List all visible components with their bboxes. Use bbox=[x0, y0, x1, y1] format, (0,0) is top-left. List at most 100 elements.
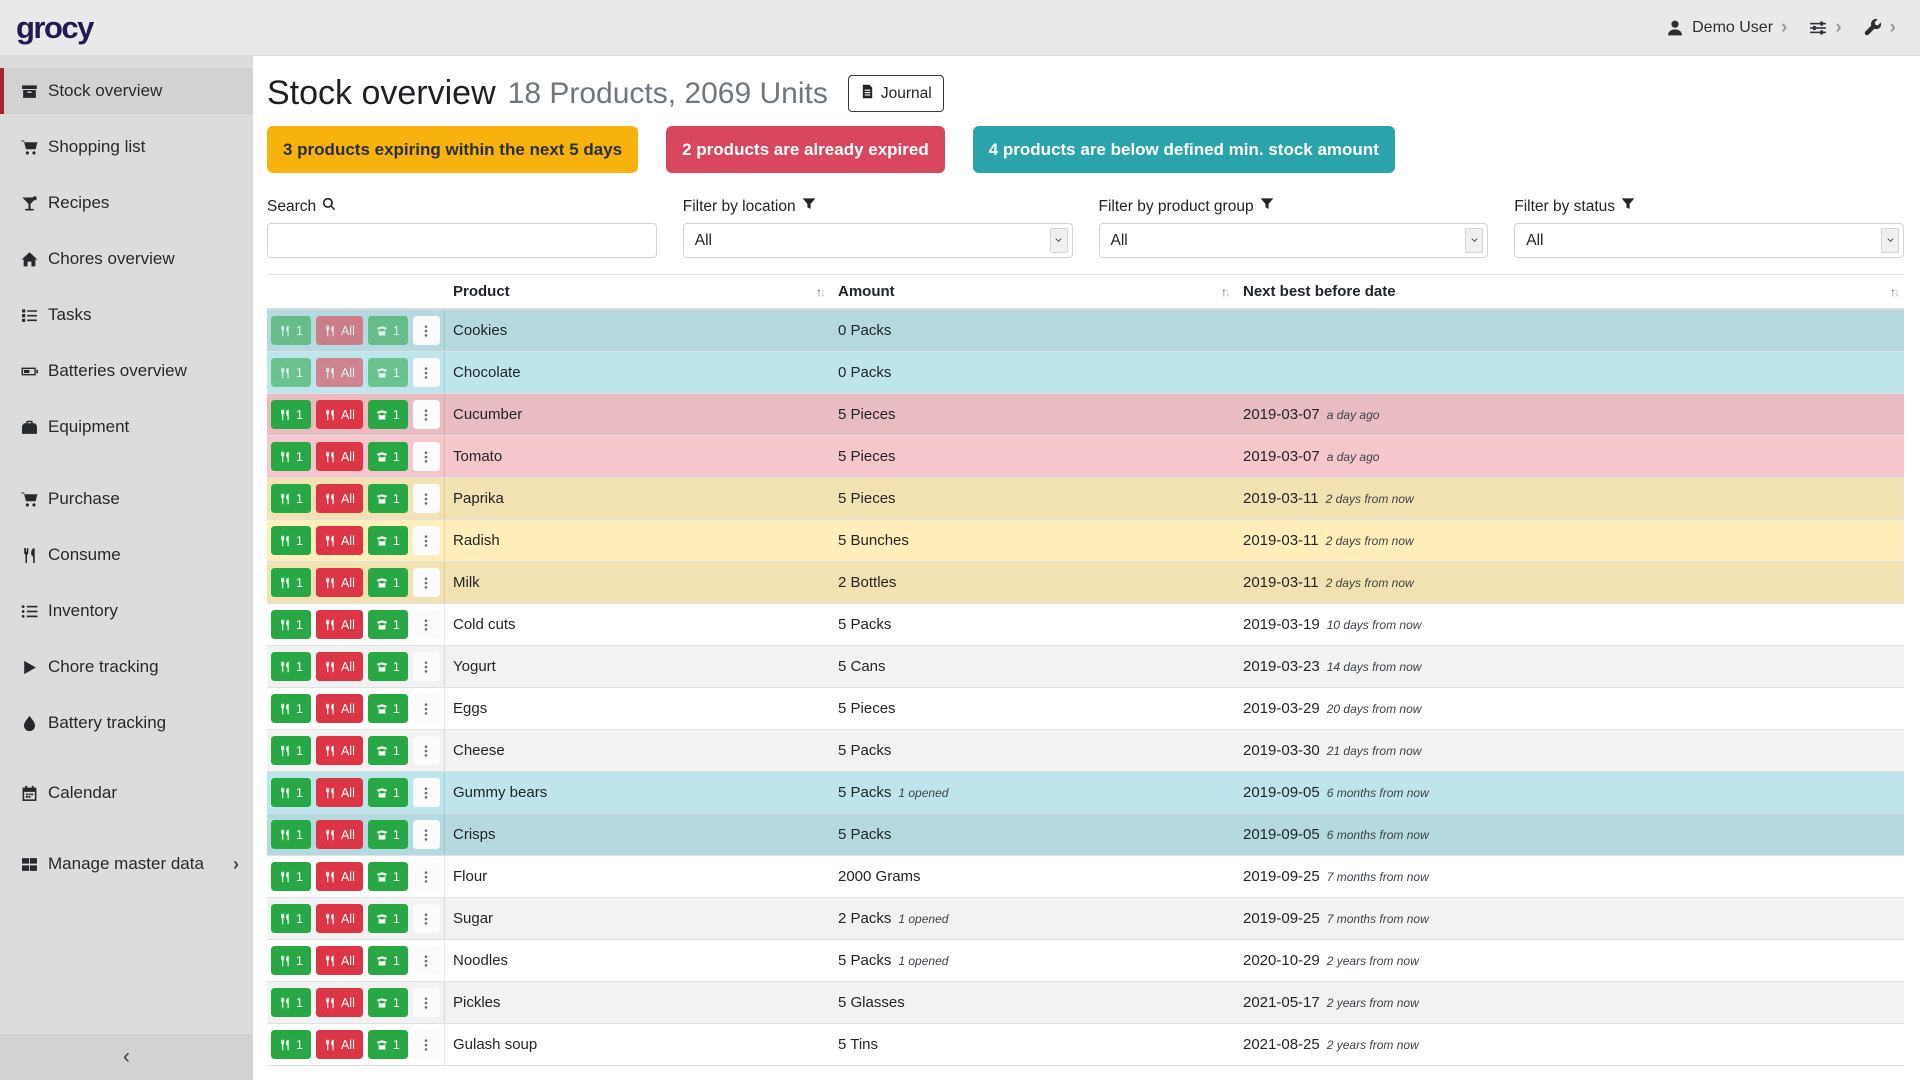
column-header-product[interactable]: Product ↑↓ bbox=[445, 283, 830, 300]
sidebar-item-consume[interactable]: Consume bbox=[0, 532, 253, 578]
consume-one-button[interactable]: 1 bbox=[271, 820, 311, 849]
sidebar-collapse-button[interactable]: ‹ bbox=[0, 1034, 253, 1080]
row-menu-button[interactable] bbox=[413, 694, 440, 723]
sidebar-item-chore-tracking[interactable]: Chore tracking bbox=[0, 644, 253, 690]
row-menu-button[interactable] bbox=[413, 988, 440, 1017]
product-group-select[interactable]: All bbox=[1099, 223, 1489, 258]
open-one-button[interactable]: 1 bbox=[368, 946, 408, 975]
sidebar-item-chores-overview[interactable]: Chores overview bbox=[0, 236, 253, 282]
consume-one-button[interactable]: 1 bbox=[271, 862, 311, 891]
consume-one-button[interactable]: 1 bbox=[271, 526, 311, 555]
open-one-button[interactable]: 1 bbox=[368, 484, 408, 513]
row-menu-button[interactable] bbox=[413, 820, 440, 849]
consume-all-button[interactable]: All bbox=[316, 862, 363, 891]
column-header-next-best-before-date[interactable]: Next best before date ↑↓ bbox=[1235, 283, 1904, 300]
row-menu-button[interactable] bbox=[413, 610, 440, 639]
app-logo[interactable]: grocy bbox=[16, 10, 93, 46]
consume-one-button[interactable]: 1 bbox=[271, 610, 311, 639]
open-one-button[interactable]: 1 bbox=[368, 526, 408, 555]
consume-all-button[interactable]: All bbox=[316, 988, 363, 1017]
sidebar-item-calendar[interactable]: Calendar bbox=[0, 770, 253, 816]
consume-all-button[interactable]: All bbox=[316, 946, 363, 975]
alert-expired[interactable]: 2 products are already expired bbox=[666, 126, 945, 173]
journal-button[interactable]: Journal bbox=[848, 75, 944, 112]
open-one-button[interactable]: 1 bbox=[368, 610, 408, 639]
sidebar-item-manage-master-data[interactable]: Manage master data› bbox=[0, 841, 253, 887]
column-header-amount[interactable]: Amount ↑↓ bbox=[830, 283, 1235, 300]
sidebar-item-battery-tracking[interactable]: Battery tracking bbox=[0, 700, 253, 746]
consume-all-button[interactable]: All bbox=[316, 736, 363, 765]
open-one-button[interactable]: 1 bbox=[368, 778, 408, 807]
row-menu-button[interactable] bbox=[413, 358, 440, 387]
consume-one-button[interactable]: 1 bbox=[271, 778, 311, 807]
sidebar-item-batteries-overview[interactable]: Batteries overview bbox=[0, 348, 253, 394]
row-menu-button[interactable] bbox=[413, 652, 440, 681]
row-menu-button[interactable] bbox=[413, 904, 440, 933]
consume-all-button[interactable]: All bbox=[316, 778, 363, 807]
row-menu-button[interactable] bbox=[413, 862, 440, 891]
consume-one-button[interactable]: 1 bbox=[271, 442, 311, 471]
row-menu-button[interactable] bbox=[413, 316, 440, 345]
open-one-button[interactable]: 1 bbox=[368, 568, 408, 597]
row-menu-button[interactable] bbox=[413, 736, 440, 765]
sidebar-item-equipment[interactable]: Equipment bbox=[0, 404, 253, 450]
search-input[interactable] bbox=[267, 223, 657, 258]
open-one-button[interactable]: 1 bbox=[368, 316, 408, 345]
sidebar-item-shopping-list[interactable]: Shopping list bbox=[0, 124, 253, 170]
consume-one-button[interactable]: 1 bbox=[271, 652, 311, 681]
location-select[interactable]: All bbox=[683, 223, 1073, 258]
consume-all-button[interactable]: All bbox=[316, 484, 363, 513]
consume-one-button[interactable]: 1 bbox=[271, 736, 311, 765]
open-one-button[interactable]: 1 bbox=[368, 736, 408, 765]
consume-one-button[interactable]: 1 bbox=[271, 988, 311, 1017]
open-one-button[interactable]: 1 bbox=[368, 442, 408, 471]
consume-all-button[interactable]: All bbox=[316, 1030, 363, 1059]
open-one-button[interactable]: 1 bbox=[368, 652, 408, 681]
user-menu[interactable]: Demo User › bbox=[1666, 18, 1787, 37]
consume-one-button[interactable]: 1 bbox=[271, 1030, 311, 1059]
row-menu-button[interactable] bbox=[413, 568, 440, 597]
sidebar-item-stock-overview[interactable]: Stock overview bbox=[0, 68, 253, 114]
consume-one-button[interactable]: 1 bbox=[271, 316, 311, 345]
consume-all-button[interactable]: All bbox=[316, 610, 363, 639]
consume-one-button[interactable]: 1 bbox=[271, 484, 311, 513]
consume-one-button[interactable]: 1 bbox=[271, 904, 311, 933]
row-menu-button[interactable] bbox=[413, 400, 440, 429]
alert-below-min-stock[interactable]: 4 products are below defined min. stock … bbox=[973, 126, 1395, 173]
open-one-button[interactable]: 1 bbox=[368, 862, 408, 891]
consume-all-button[interactable]: All bbox=[316, 820, 363, 849]
open-one-button[interactable]: 1 bbox=[368, 400, 408, 429]
consume-all-button[interactable]: All bbox=[316, 316, 363, 345]
consume-all-button[interactable]: All bbox=[316, 400, 363, 429]
consume-one-button[interactable]: 1 bbox=[271, 358, 311, 387]
admin-menu[interactable]: › bbox=[1864, 18, 1896, 37]
settings-menu[interactable]: › bbox=[1809, 18, 1841, 37]
sidebar-item-inventory[interactable]: Inventory bbox=[0, 588, 253, 634]
sidebar-item-recipes[interactable]: Recipes bbox=[0, 180, 253, 226]
open-one-button[interactable]: 1 bbox=[368, 820, 408, 849]
consume-all-button[interactable]: All bbox=[316, 694, 363, 723]
consume-all-button[interactable]: All bbox=[316, 442, 363, 471]
open-one-button[interactable]: 1 bbox=[368, 1030, 408, 1059]
row-menu-button[interactable] bbox=[413, 526, 440, 555]
open-one-button[interactable]: 1 bbox=[368, 694, 408, 723]
consume-one-button[interactable]: 1 bbox=[271, 400, 311, 429]
consume-all-button[interactable]: All bbox=[316, 526, 363, 555]
open-one-button[interactable]: 1 bbox=[368, 904, 408, 933]
row-menu-button[interactable] bbox=[413, 1030, 440, 1059]
row-menu-button[interactable] bbox=[413, 778, 440, 807]
row-menu-button[interactable] bbox=[413, 442, 440, 471]
consume-one-button[interactable]: 1 bbox=[271, 694, 311, 723]
consume-all-button[interactable]: All bbox=[316, 652, 363, 681]
sidebar-item-purchase[interactable]: Purchase bbox=[0, 476, 253, 522]
consume-one-button[interactable]: 1 bbox=[271, 568, 311, 597]
consume-one-button[interactable]: 1 bbox=[271, 946, 311, 975]
open-one-button[interactable]: 1 bbox=[368, 358, 408, 387]
consume-all-button[interactable]: All bbox=[316, 568, 363, 597]
row-menu-button[interactable] bbox=[413, 946, 440, 975]
sidebar-item-tasks[interactable]: Tasks bbox=[0, 292, 253, 338]
consume-all-button[interactable]: All bbox=[316, 358, 363, 387]
status-select[interactable]: All bbox=[1514, 223, 1904, 258]
alert-expiring[interactable]: 3 products expiring within the next 5 da… bbox=[267, 126, 638, 173]
open-one-button[interactable]: 1 bbox=[368, 988, 408, 1017]
